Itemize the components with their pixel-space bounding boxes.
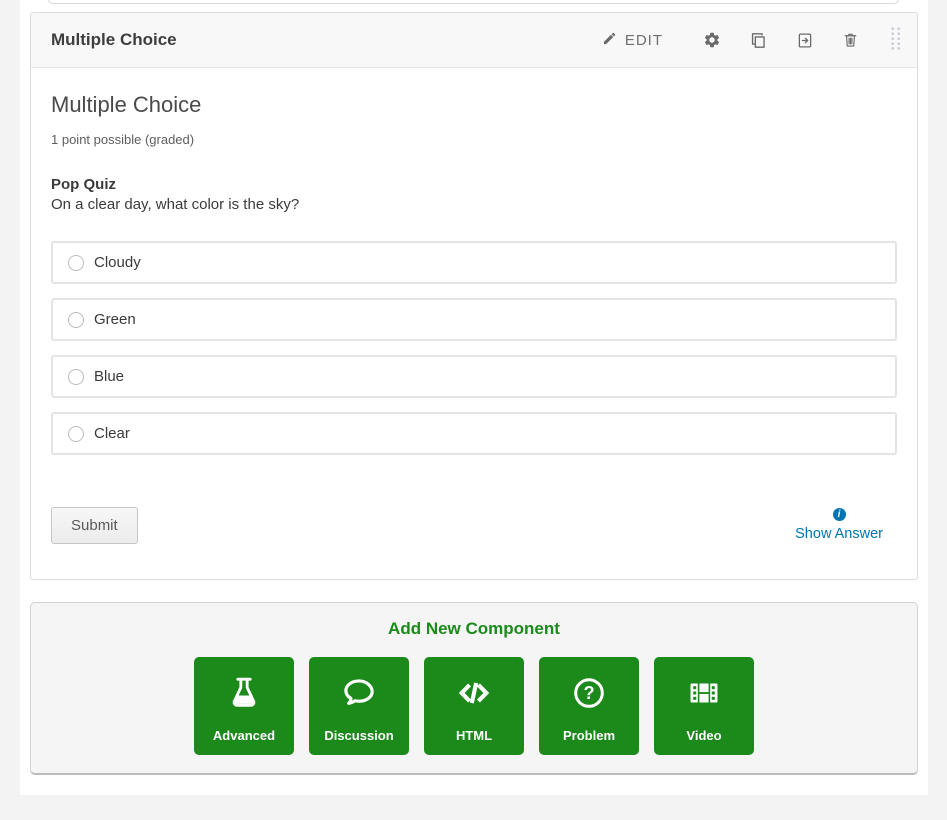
previous-component-edge [48, 0, 899, 4]
add-component-panel: Add New Component Advanced Discussion HT… [30, 602, 918, 775]
problem-points: 1 point possible (graded) [51, 132, 897, 147]
show-answer-label: Show Answer [795, 526, 883, 542]
choice-option[interactable]: Clear [51, 412, 897, 455]
choice-label: Green [94, 311, 136, 328]
component-title: Multiple Choice [51, 30, 177, 50]
svg-text:?: ? [583, 683, 594, 703]
radio-button[interactable] [68, 426, 84, 442]
film-icon [654, 674, 754, 712]
radio-button[interactable] [68, 312, 84, 328]
add-button-label: Advanced [194, 728, 294, 743]
add-button-label: Video [654, 728, 754, 743]
add-discussion-button[interactable]: Discussion [309, 657, 409, 755]
delete-button[interactable] [838, 27, 863, 53]
submit-button[interactable]: Submit [51, 507, 138, 544]
edit-button-label: EDIT [625, 32, 663, 49]
component-actions: EDIT [598, 23, 907, 57]
choice-group: Cloudy Green Blue Clear [51, 241, 897, 455]
radio-button[interactable] [68, 255, 84, 271]
speech-bubble-icon [309, 674, 409, 712]
choice-option[interactable]: Green [51, 298, 897, 341]
duplicate-button[interactable] [745, 27, 772, 54]
add-button-label: Discussion [309, 728, 409, 743]
add-problem-button[interactable]: ? Problem [539, 657, 639, 755]
choice-option[interactable]: Cloudy [51, 241, 897, 284]
radio-button[interactable] [68, 369, 84, 385]
gear-icon [703, 31, 721, 49]
add-video-button[interactable]: Video [654, 657, 754, 755]
content-area: Multiple Choice EDIT [20, 0, 928, 795]
add-button-label: HTML [424, 728, 524, 743]
drag-handle[interactable] [885, 23, 907, 57]
choice-label: Blue [94, 368, 124, 385]
delete-icon [842, 31, 859, 49]
show-answer-button[interactable]: i Show Answer [795, 508, 883, 544]
component-card-header: Multiple Choice EDIT [31, 13, 917, 68]
code-icon [424, 674, 524, 712]
problem-body: Multiple Choice 1 point possible (graded… [31, 68, 917, 544]
move-icon [796, 31, 814, 50]
problem-title: Multiple Choice [51, 92, 897, 118]
duplicate-icon [749, 31, 768, 50]
add-component-title: Add New Component [31, 619, 917, 639]
add-html-button[interactable]: HTML [424, 657, 524, 755]
flask-icon [194, 674, 294, 712]
drag-handle-icon [891, 38, 901, 53]
component-card: Multiple Choice EDIT [30, 12, 918, 580]
add-component-buttons: Advanced Discussion HTML ? Problem [31, 657, 917, 755]
move-button[interactable] [792, 27, 818, 54]
pencil-icon [602, 31, 617, 50]
question-circle-icon: ? [539, 674, 639, 712]
choice-label: Cloudy [94, 254, 141, 271]
edit-button[interactable]: EDIT [598, 27, 667, 54]
choice-label: Clear [94, 425, 130, 442]
submit-row: Submit i Show Answer [51, 507, 897, 544]
choice-option[interactable]: Blue [51, 355, 897, 398]
settings-button[interactable] [699, 27, 725, 53]
question-text: On a clear day, what color is the sky? [51, 196, 897, 213]
info-icon: i [833, 508, 846, 521]
question-heading: Pop Quiz [51, 176, 897, 193]
add-advanced-button[interactable]: Advanced [194, 657, 294, 755]
add-button-label: Problem [539, 728, 639, 743]
